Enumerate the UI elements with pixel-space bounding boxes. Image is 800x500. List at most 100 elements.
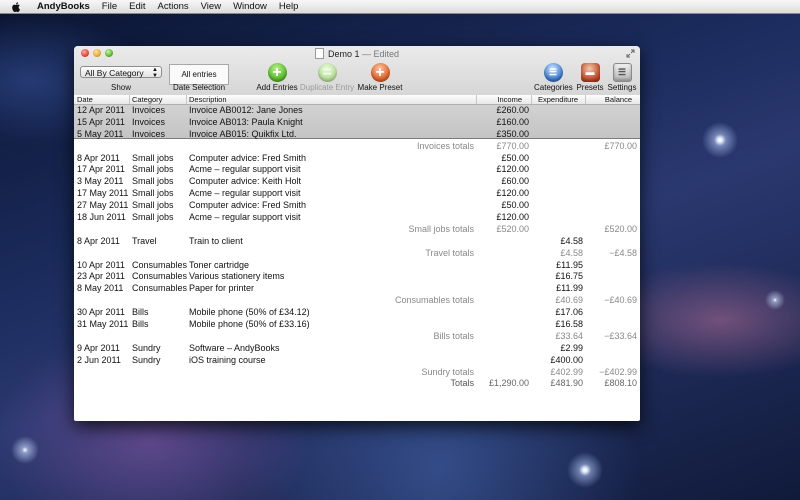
description-cell: Invoice AB0012: Jane Jones xyxy=(189,105,303,115)
date-cell: 18 Jun 2011 xyxy=(77,212,126,223)
updown-arrows-icon: ▲ ▼ xyxy=(152,67,158,79)
column-divider xyxy=(531,95,532,104)
description-cell: Invoice AB015: Quikfix Ltd. xyxy=(189,128,297,139)
table-row[interactable]: 15 Apr 2011 Invoices Invoice AB013: Paula … xyxy=(74,117,640,129)
menu-help[interactable]: Help xyxy=(273,0,305,13)
table-row[interactable]: 5 May 2011 Invoices Invoice AB015: Quikfix… xyxy=(74,129,640,141)
column-header-date[interactable]: Date xyxy=(77,95,93,104)
column-divider xyxy=(585,95,586,104)
category-cell: Small jobs xyxy=(132,164,174,175)
date-cell: 8 Apr 2011 xyxy=(77,152,120,163)
category-cell: Sundry xyxy=(132,354,161,365)
table-row[interactable]: 8 Apr 2011 Small jobs Computer advice: Fre… xyxy=(74,153,640,165)
expenditure-cell: £16.75 xyxy=(555,271,583,282)
menu-app-name[interactable]: AndyBooks xyxy=(23,0,96,13)
category-cell: Bills xyxy=(132,319,149,330)
income-cell: £60.00 xyxy=(501,176,529,187)
column-divider xyxy=(129,95,130,104)
income-cell: £1,290.00 xyxy=(488,378,529,389)
table-row[interactable]: 30 Apr 2011 Bills Mobile phone (50% of £34… xyxy=(74,307,640,319)
date-cell: 17 Apr 2011 xyxy=(77,164,125,175)
apple-icon[interactable] xyxy=(9,1,23,12)
fullscreen-icon[interactable] xyxy=(626,49,635,58)
table-row[interactable]: 8 May 2011 Consumables Paper for printer £1… xyxy=(74,283,640,295)
menu-view[interactable]: View xyxy=(195,0,227,13)
table-row[interactable]: 9 Apr 2011 Sundry Software – AndyBooks £2.9… xyxy=(74,343,640,355)
add-entries-button[interactable]: + Add Entries xyxy=(255,63,299,92)
expenditure-cell: £2.99 xyxy=(560,342,583,353)
category-cell: Invoices xyxy=(132,128,166,139)
column-header-balance[interactable]: Balance xyxy=(605,95,632,104)
table-row[interactable]: 17 May 2011 Small jobs Acme – regular supp… xyxy=(74,188,640,200)
table-row[interactable]: 27 May 2011 Small jobs Computer advice: Fr… xyxy=(74,200,640,212)
income-cell: £120.00 xyxy=(496,188,529,199)
total-label: Sundry totals xyxy=(421,366,474,377)
date-cell: 10 Apr 2011 xyxy=(77,259,125,270)
plus-icon: + xyxy=(267,63,287,82)
expenditure-cell: £17.06 xyxy=(555,307,583,318)
show-label: Show xyxy=(110,83,131,92)
date-cell: 5 May 2011 xyxy=(77,128,124,139)
table-row[interactable]: 8 Apr 2011 Travel Train to client £4.58 xyxy=(74,236,640,248)
category-cell: Bills xyxy=(132,307,149,318)
table-row[interactable]: 23 Apr 2011 Consumables Various stationery… xyxy=(74,271,640,283)
menu-file[interactable]: File xyxy=(96,0,123,13)
category-cell: Invoices xyxy=(132,105,166,115)
duplicate-entry-button[interactable]: = Duplicate Entry xyxy=(298,63,356,92)
category-cell: Small jobs xyxy=(132,200,174,211)
settings-button[interactable]: ☰ Settings xyxy=(606,63,638,92)
income-cell: £50.00 xyxy=(501,152,529,163)
expenditure-cell: £4.58 xyxy=(560,247,583,258)
date-cell: 31 May 2011 xyxy=(77,319,129,330)
settings-label: Settings xyxy=(607,83,637,92)
total-label: Travel totals xyxy=(425,247,474,258)
date-cell: 8 Apr 2011 xyxy=(77,235,120,246)
category-cell: Invoices xyxy=(132,116,166,127)
column-header-expenditure[interactable]: Expenditure xyxy=(538,95,578,104)
table-row[interactable]: 10 Apr 2011 Consumables Toner cartridge £11… xyxy=(74,260,640,272)
menu-window[interactable]: Window xyxy=(227,0,273,13)
make-preset-button[interactable]: + Make Preset xyxy=(357,63,403,92)
category-cell: Small jobs xyxy=(132,176,174,187)
expenditure-cell: £33.64 xyxy=(555,330,583,341)
column-header-category[interactable]: Category xyxy=(132,95,162,104)
menu-actions[interactable]: Actions xyxy=(151,0,194,13)
category-cell: Consumables xyxy=(132,283,188,294)
settings-icon: ☰ xyxy=(612,63,632,82)
column-header-description[interactable]: Description xyxy=(189,95,227,104)
balance-cell: £808.10 xyxy=(604,378,637,389)
income-cell: £50.00 xyxy=(501,200,529,211)
table-row[interactable]: 12 Apr 2011 Invoices Invoice AB0012: Jane … xyxy=(74,105,640,117)
categories-button[interactable]: ☰ Categories xyxy=(534,63,573,92)
category-cell: Sundry xyxy=(132,342,161,353)
menu-edit[interactable]: Edit xyxy=(123,0,151,13)
table-row[interactable]: 31 May 2011 Bills Mobile phone (50% of £33… xyxy=(74,319,640,331)
expenditure-cell: £40.69 xyxy=(555,295,583,306)
description-cell: Invoice AB013: Paula Knight xyxy=(189,116,303,127)
table-row[interactable]: 3 May 2011 Small jobs Computer advice: Kei… xyxy=(74,176,640,188)
column-header-income[interactable]: Income xyxy=(497,95,522,104)
balance-cell: £520.00 xyxy=(604,223,637,234)
presets-button[interactable]: ▬ Presets xyxy=(575,63,605,92)
description-cell: Paper for printer xyxy=(189,283,255,294)
make-preset-label: Make Preset xyxy=(357,83,403,92)
categories-label: Categories xyxy=(534,83,573,92)
date-cell: 23 Apr 2011 xyxy=(77,271,125,282)
table-row[interactable]: 2 Jun 2011 Sundry iOS training course £400.… xyxy=(74,355,640,367)
duplicate-entry-label: Duplicate Entry xyxy=(299,83,355,92)
show-select[interactable]: All By Category ▲ ▼ xyxy=(80,66,162,79)
category-cell: Consumables xyxy=(132,259,188,270)
presets-icon: ▬ xyxy=(580,63,600,82)
date-selection-button[interactable]: All entries xyxy=(169,64,229,85)
expenditure-cell: £11.99 xyxy=(556,283,583,294)
description-cell: Mobile phone (50% of £34.12) xyxy=(189,307,310,318)
category-cell: Travel xyxy=(132,235,157,246)
category-cell: Consumables xyxy=(132,271,188,282)
date-cell: 3 May 2011 xyxy=(77,176,124,187)
table-row[interactable]: 18 Jun 2011 Small jobs Acme – regular supp… xyxy=(74,212,640,224)
total-label: Totals xyxy=(450,378,474,389)
date-cell: 12 Apr 2011 xyxy=(77,105,125,115)
total-label: Invoices totals xyxy=(416,140,474,151)
date-cell: 2 Jun 2011 xyxy=(77,354,121,365)
table-row[interactable]: 17 Apr 2011 Small jobs Acme – regular supp… xyxy=(74,164,640,176)
